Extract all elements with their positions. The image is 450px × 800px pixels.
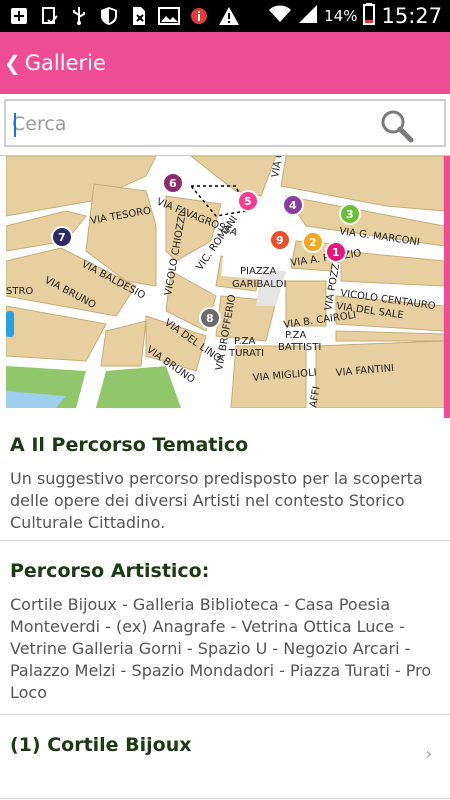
map-marker-9[interactable]: 9 [269,229,291,251]
svg-text:5: 5 [244,195,252,208]
chevron-right-icon: › [425,744,432,763]
usb-icon [68,5,90,27]
file-blocked-icon [128,5,150,27]
svg-text:TURATI: TURATI [228,348,264,359]
map-view[interactable]: VIA C VIA TESORO VIA FAVAGROSSA VICOLO C… [6,156,444,408]
list-item-title: (1) Cortile Bijoux [10,734,192,756]
svg-text:P.ZA: P.ZA [285,330,307,341]
add-box-icon [8,5,30,27]
notification-icons [8,5,240,27]
svg-text:BATTISTI: BATTISTI [278,342,321,353]
text-cursor [14,113,16,137]
system-status: 14% 15:27 [268,2,442,30]
info-icon [188,5,210,27]
shield-icon [98,5,120,27]
section-description: Un suggestivo percorso predisposto per l… [10,469,423,532]
chevron-left-icon[interactable]: ❮ [4,51,21,75]
list-item[interactable]: (1) Cortile Bijoux › [0,714,450,800]
document-check-icon [38,5,60,27]
svg-text:9: 9 [276,234,284,247]
divider [0,798,450,799]
image-icon [158,5,180,27]
map-marker-3[interactable]: 3 [339,203,361,225]
map-accent-edge [444,156,450,418]
wifi-icon [268,4,292,28]
battery-percent: 14% [324,7,358,25]
svg-text:PIAZZA: PIAZZA [240,266,277,277]
map-image: VIA C VIA TESORO VIA FAVAGROSSA VICOLO C… [6,156,444,408]
svg-text:2: 2 [309,236,317,249]
section-title-percorso-tematico: A Il Percorso Tematico [10,434,249,456]
map-marker-6[interactable]: 6 [162,172,184,194]
svg-text:1: 1 [332,246,340,259]
warning-icon [218,5,240,27]
svg-text:STRO: STRO [6,286,33,297]
svg-text:3: 3 [346,208,354,221]
svg-text:P.ZA: P.ZA [234,336,256,347]
signal-icon [298,4,318,28]
search-input[interactable] [12,109,372,139]
status-bar: 14% 15:27 [0,0,450,32]
map-marker-4[interactable]: 4 [282,194,304,216]
gallery-list-text: Cortile Bijoux - Galleria Biblioteca - C… [10,595,432,702]
page-title[interactable]: Gallerie [25,51,106,75]
divider [0,540,450,541]
search-bar [0,94,450,156]
svg-text:8: 8 [206,312,214,325]
svg-text:6: 6 [169,177,177,190]
map-marker-7[interactable]: 7 [51,226,73,248]
map-marker-8[interactable]: 8 [199,307,221,329]
app-header: ❮ Gallerie [0,32,450,94]
svg-text:4: 4 [289,199,297,212]
clock: 15:27 [381,4,442,28]
search-box [4,99,446,147]
map-marker-5[interactable]: 5 [237,190,259,212]
map-marker-2[interactable]: 2 [302,231,324,253]
svg-text:7: 7 [58,231,66,244]
section-title-percorso-artistico: Percorso Artistico: [10,560,210,582]
svg-text:GARIBALDI: GARIBALDI [232,279,286,290]
battery-icon [363,3,376,29]
map-marker-1[interactable]: 1 [325,241,347,263]
search-icon[interactable] [380,109,414,143]
